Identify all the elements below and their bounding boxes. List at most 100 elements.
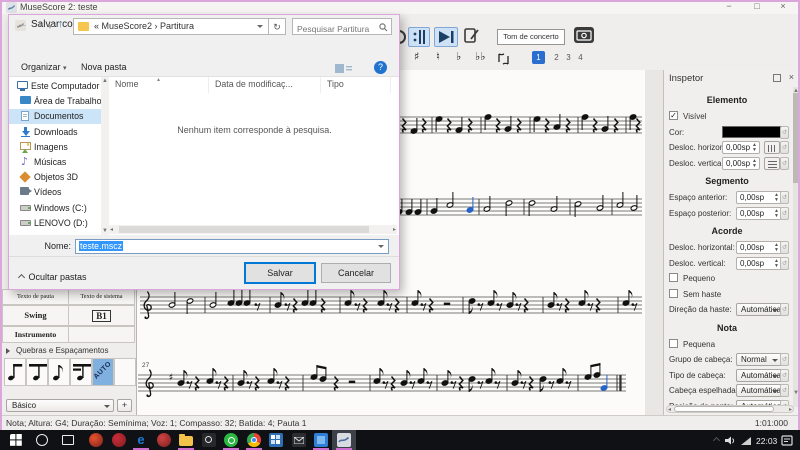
network-icon[interactable]: [740, 436, 752, 446]
hide-folders-button[interactable]: Ocultar pastas: [19, 267, 86, 285]
palette-section-quebras-e-espacamentos[interactable]: Quebras e Espaçamentos: [2, 345, 136, 357]
reset-button[interactable]: ↺: [780, 369, 789, 382]
spinner-espaco-posterior[interactable]: 0,00sp▲▼: [736, 207, 782, 220]
float-panel-icon[interactable]: [773, 74, 781, 82]
column-header-data-de-modificac[interactable]: Data de modificaç...: [209, 77, 321, 93]
spinner-arrows[interactable]: ▲▼: [773, 193, 780, 203]
spinner-arrows[interactable]: ▲▼: [773, 243, 780, 253]
select-direcao-da-haste[interactable]: Automática: [736, 303, 782, 316]
add-palette-button[interactable]: +: [117, 399, 132, 412]
file-name-input[interactable]: teste.mscz: [75, 239, 389, 254]
sidebar-item-windows-c[interactable]: Windows (C:): [9, 201, 101, 216]
taskbar-mail-icon[interactable]: [287, 430, 311, 450]
spinner-arrows[interactable]: ▲▼: [751, 159, 758, 169]
organize-button[interactable]: Organizar ▾: [21, 62, 67, 72]
spinner-desloc-horizontal[interactable]: 0,00sp▲▼: [722, 141, 760, 154]
view-mode-icon[interactable]: [335, 63, 353, 74]
beam-cell-auto[interactable]: AUTO: [92, 358, 114, 386]
spinner-desloc-vertical[interactable]: 0,00sp▲▼: [736, 257, 782, 270]
taskbar-alarms-clock-icon[interactable]: [197, 430, 221, 450]
reset-button[interactable]: ↺: [780, 191, 789, 204]
reset-button[interactable]: ↺: [780, 384, 789, 397]
clock[interactable]: 22:03: [756, 436, 777, 446]
cancel-button[interactable]: Cancelar: [321, 263, 391, 283]
palette-cell-swing[interactable]: Swing: [2, 305, 69, 326]
save-button[interactable]: Salvar: [245, 263, 315, 283]
spinner-arrows[interactable]: ▲▼: [773, 209, 780, 219]
reset-button[interactable]: ↺: [780, 303, 789, 316]
spinner-desloc-vertical[interactable]: 0,00sp▲▼: [722, 157, 760, 170]
beam-cell-beam-none[interactable]: [48, 358, 70, 386]
reset-button[interactable]: ↺: [780, 126, 789, 139]
address-bar[interactable]: « MuseScore2 › Partitura: [73, 18, 269, 35]
list-horizontal-scrollbar[interactable]: ◂▸: [109, 225, 397, 234]
start-button[interactable]: [4, 430, 28, 450]
color-swatch[interactable]: [722, 126, 782, 138]
nav-back-icon[interactable]: ←: [17, 18, 28, 30]
search-input[interactable]: [293, 22, 377, 37]
select-grupo-de-cabeca[interactable]: Normal: [736, 353, 782, 366]
taskbar-photos-icon[interactable]: [309, 430, 333, 450]
column-header-nome[interactable]: Nome▴: [109, 77, 209, 93]
sidebar-item-lenovo-d[interactable]: LENOVO (D:): [9, 216, 101, 231]
voice-1-button[interactable]: 1: [532, 51, 545, 64]
spinner-desloc-horizontal[interactable]: 0,00sp▲▼: [736, 241, 782, 254]
refresh-button[interactable]: ↻: [269, 18, 286, 35]
reset-button[interactable]: ↺: [780, 157, 789, 170]
inspector-vertical-scrollbar[interactable]: ▲▼: [793, 87, 798, 407]
sidebar-item-objetos-3d[interactable]: Objetos 3D: [9, 170, 101, 185]
address-dropdown-icon[interactable]: [257, 25, 263, 31]
reset-button[interactable]: ↺: [780, 257, 789, 270]
palette-cell-texto-de-pauta[interactable]: Texto de pauta: [2, 289, 69, 305]
spinner-espaco-anterior[interactable]: 0,00sp▲▼: [736, 191, 782, 204]
flat-icon[interactable]: ♭: [456, 50, 461, 63]
beam-cell-beam-start[interactable]: [4, 358, 26, 386]
beam-cell-beam-sub[interactable]: [70, 358, 92, 386]
search-box[interactable]: [292, 18, 392, 35]
beam-cell-beam-mid[interactable]: [26, 358, 48, 386]
column-header-tipo[interactable]: Tipo: [321, 77, 391, 93]
double-flat-icon[interactable]: ♭♭: [475, 50, 485, 63]
palette-cell-b1[interactable]: B1: [68, 305, 135, 326]
checkbox-pequena[interactable]: [669, 339, 678, 348]
spinner-arrows[interactable]: ▲▼: [773, 259, 780, 269]
inspector-horizontal-scrollbar[interactable]: ◂▸: [666, 405, 794, 413]
nav-up-icon[interactable]: ↑: [58, 18, 64, 30]
sidebar-item-downloads[interactable]: Downloads: [9, 125, 101, 140]
minimize-button[interactable]: −: [716, 0, 742, 13]
select-tipo-de-cabeca[interactable]: Automática: [736, 369, 782, 382]
sidebar-scrollbar[interactable]: ▲▼: [101, 77, 109, 235]
taskbar-explorer-folder-icon[interactable]: [174, 430, 198, 450]
sidebar-item-videos[interactable]: Vídeos: [9, 185, 101, 200]
pan-score-button[interactable]: [462, 27, 482, 47]
taskbar-chrome-icon[interactable]: [242, 430, 266, 450]
nav-forward-icon[interactable]: →: [33, 18, 44, 30]
taskbar-red-app-icon[interactable]: [152, 430, 176, 450]
maximize-button[interactable]: □: [744, 0, 770, 13]
notification-icon[interactable]: [781, 435, 793, 446]
spinner-arrows[interactable]: ▲▼: [751, 143, 758, 153]
checkbox-visivel[interactable]: ✓: [669, 111, 678, 120]
task-view-button[interactable]: [56, 430, 80, 450]
help-icon[interactable]: ?: [374, 61, 387, 74]
checkbox-pequeno[interactable]: [669, 273, 678, 282]
taskbar-musescore-taskbar-icon[interactable]: [332, 430, 356, 450]
breadcrumb[interactable]: « MuseScore2 › Partitura: [94, 19, 194, 34]
reset-button[interactable]: ↺: [780, 353, 789, 366]
taskbar-circle-app-icon[interactable]: [107, 430, 131, 450]
new-folder-button[interactable]: Nova pasta: [81, 62, 127, 72]
sidebar-item-area-de-trabalho[interactable]: Área de Trabalho: [9, 94, 101, 109]
taskbar-edge-icon[interactable]: e: [129, 430, 153, 450]
snap-grid-button[interactable]: [764, 157, 780, 170]
select-cabeca-espelhada[interactable]: Automática: [736, 384, 782, 397]
play-repeats-button[interactable]: [434, 27, 458, 47]
nav-history-icon[interactable]: ▾: [48, 22, 52, 31]
concert-pitch-button[interactable]: Tom de concerto: [497, 29, 565, 45]
image-capture-button[interactable]: [574, 27, 594, 43]
reset-button[interactable]: ↺: [780, 207, 789, 220]
taskbar-office-tiles-icon[interactable]: [264, 430, 288, 450]
palette-cell-instrumento[interactable]: Instrumento: [2, 326, 69, 343]
close-panel-icon[interactable]: ×: [789, 72, 794, 82]
sidebar-item-musicas[interactable]: ♪Músicas: [9, 155, 101, 170]
natural-icon[interactable]: ♮: [436, 50, 440, 63]
